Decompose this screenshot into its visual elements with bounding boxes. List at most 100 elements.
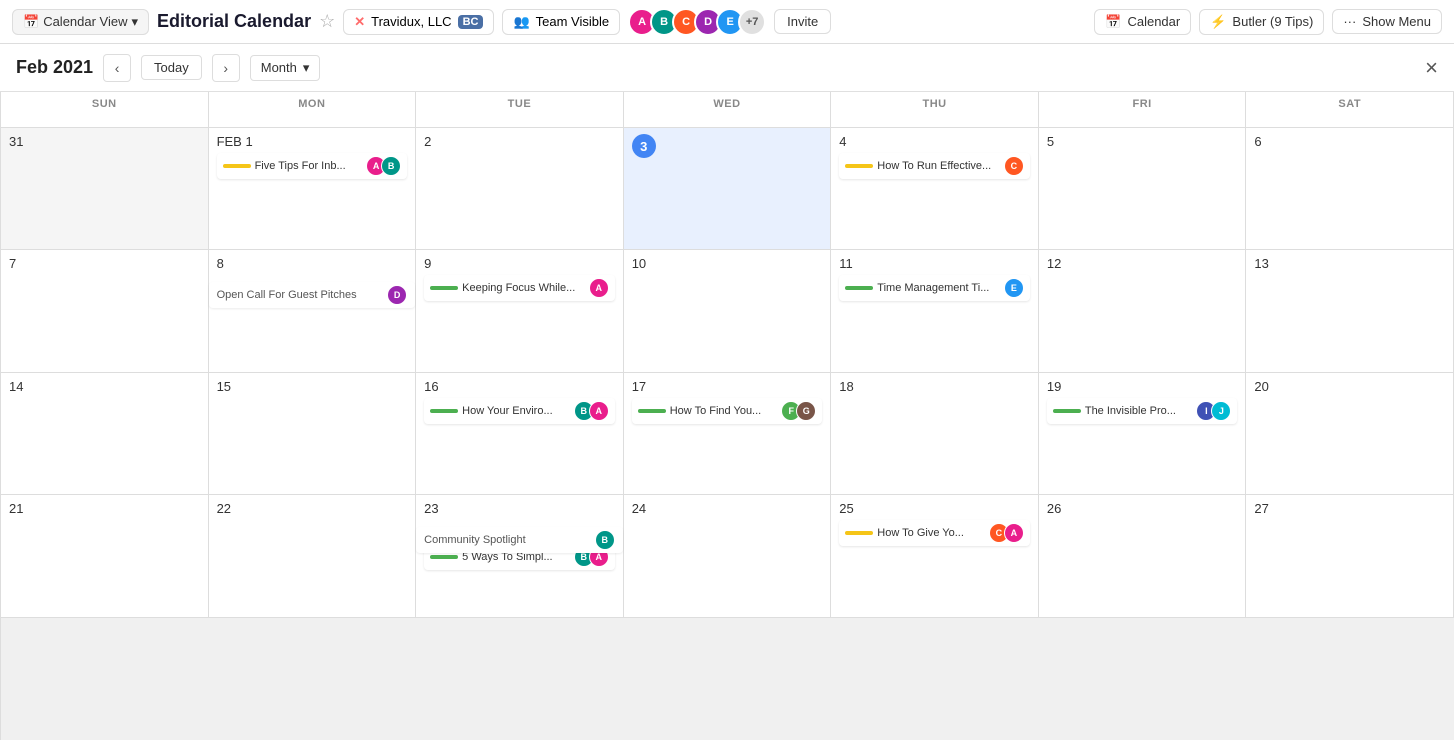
event-bar bbox=[430, 286, 458, 290]
day-number: 7 bbox=[9, 256, 200, 271]
day-number: 31 bbox=[9, 134, 200, 149]
day-cell-22[interactable]: 22 bbox=[209, 495, 417, 617]
topbar: 📅 Calendar View ▾ Editorial Calendar ☆ ✕… bbox=[0, 0, 1454, 44]
event-avatars: IJ bbox=[1196, 401, 1231, 421]
event-avatar: C bbox=[1004, 156, 1024, 176]
butler-button[interactable]: ⚡ Butler (9 Tips) bbox=[1199, 9, 1324, 35]
day-number: 20 bbox=[1254, 379, 1445, 394]
day-cell-14[interactable]: 14 bbox=[1, 373, 209, 495]
span-event-title: Open Call For Guest Pitches bbox=[217, 289, 357, 301]
day-cell-9[interactable]: 9 Keeping Focus While...A bbox=[416, 250, 624, 372]
event-title: Keeping Focus While... bbox=[462, 282, 585, 294]
chevron-down-icon: ▾ bbox=[303, 60, 310, 76]
day-cell-25[interactable]: 25 How To Give Yo... CA bbox=[831, 495, 1039, 617]
calendar-small-icon: 📅 bbox=[23, 14, 39, 30]
event-title: How Your Enviro... bbox=[462, 405, 570, 417]
day-cell-18[interactable]: 18 bbox=[831, 373, 1039, 495]
event-avatar: E bbox=[1004, 278, 1024, 298]
day-number: 13 bbox=[1254, 256, 1445, 271]
workspace-badge[interactable]: ✕ Travidux, LLC BC bbox=[343, 9, 494, 35]
calendar-button[interactable]: 📅 Calendar bbox=[1094, 9, 1191, 35]
day-header-mon: MON bbox=[209, 92, 417, 128]
day-cell-15[interactable]: 15 bbox=[209, 373, 417, 495]
event-title: Time Management Ti... bbox=[877, 282, 1000, 294]
lightning-icon: ⚡ bbox=[1210, 14, 1226, 30]
day-cell-27[interactable]: 27 bbox=[1246, 495, 1454, 617]
day-cell-5[interactable]: 5 bbox=[1039, 128, 1247, 250]
day-number: 17 bbox=[632, 379, 823, 394]
calendar-container: SUNMONTUEWEDTHUFRISAT31FEB 1Five Tips Fo… bbox=[0, 92, 1454, 740]
day-cell-31[interactable]: 31 bbox=[1, 128, 209, 250]
day-cell-2[interactable]: 2 bbox=[416, 128, 624, 250]
event-title: How To Run Effective... bbox=[877, 160, 1000, 172]
prev-month-button[interactable]: ‹ bbox=[103, 54, 131, 82]
close-button[interactable]: × bbox=[1425, 55, 1438, 81]
event-card[interactable]: How To Find You...FG bbox=[632, 398, 823, 424]
event-card[interactable]: Five Tips For Inb...AB bbox=[217, 153, 408, 179]
next-month-button[interactable]: › bbox=[212, 54, 240, 82]
day-cell-4[interactable]: 4How To Run Effective...C bbox=[831, 128, 1039, 250]
event-avatars: E bbox=[1004, 278, 1024, 298]
event-card[interactable]: Time Management Ti... E bbox=[839, 275, 1030, 301]
event-card[interactable]: The Invisible Pro...IJ bbox=[1047, 398, 1238, 424]
month-year-label: Feb 2021 bbox=[16, 57, 93, 78]
event-bar bbox=[1053, 409, 1081, 413]
day-number: 18 bbox=[839, 379, 1030, 394]
favorite-button[interactable]: ☆ bbox=[319, 11, 335, 32]
day-header-tue: TUE bbox=[416, 92, 624, 128]
span-event[interactable]: Open Call For Guest Pitches D bbox=[209, 282, 416, 308]
day-number: 19 bbox=[1047, 379, 1238, 394]
day-cell-6[interactable]: 6 bbox=[1246, 128, 1454, 250]
day-cell-19[interactable]: 19 The Invisible Pro...IJ bbox=[1039, 373, 1247, 495]
event-card[interactable]: Keeping Focus While...A bbox=[424, 275, 615, 301]
day-number: 26 bbox=[1047, 501, 1238, 516]
topbar-left: 📅 Calendar View ▾ Editorial Calendar ☆ ✕… bbox=[12, 8, 1086, 36]
day-cell-8[interactable]: 8Open Call For Guest PitchesD bbox=[209, 250, 417, 372]
today-button[interactable]: Today bbox=[141, 55, 202, 80]
span-event-title: Community Spotlight bbox=[424, 534, 526, 546]
event-card[interactable]: How To Give Yo... CA bbox=[839, 520, 1030, 546]
span-event-avatar: D bbox=[387, 285, 407, 305]
day-number: 15 bbox=[217, 379, 408, 394]
day-cell-feb1[interactable]: FEB 1Five Tips For Inb...AB bbox=[209, 128, 417, 250]
workspace-x-icon: ✕ bbox=[354, 14, 365, 30]
day-cell-12[interactable]: 12 bbox=[1039, 250, 1247, 372]
event-bar bbox=[845, 531, 873, 535]
show-menu-button[interactable]: ··· Show Menu bbox=[1332, 9, 1442, 34]
month-selector[interactable]: Month ▾ bbox=[250, 55, 321, 81]
event-avatars: CA bbox=[989, 523, 1024, 543]
day-cell-24[interactable]: 24 bbox=[624, 495, 832, 617]
calendar-label: Calendar bbox=[1127, 14, 1180, 29]
day-cell-20[interactable]: 20 bbox=[1246, 373, 1454, 495]
event-avatar: A bbox=[1004, 523, 1024, 543]
event-bar bbox=[845, 286, 873, 290]
cal-view-button[interactable]: 📅 Calendar View ▾ bbox=[12, 9, 149, 35]
day-cell-16[interactable]: 16How Your Enviro...BA bbox=[416, 373, 624, 495]
day-cell-26[interactable]: 26 bbox=[1039, 495, 1247, 617]
day-cell-11[interactable]: 11Time Management Ti...E bbox=[831, 250, 1039, 372]
day-cell-3[interactable]: 3 bbox=[624, 128, 832, 250]
event-bar bbox=[430, 409, 458, 413]
day-cell-10[interactable]: 10 bbox=[624, 250, 832, 372]
event-title: How To Give Yo... bbox=[877, 527, 985, 539]
day-cell-23[interactable]: 23Community SpotlightB5 Ways To Simpl...… bbox=[416, 495, 624, 617]
event-bar bbox=[638, 409, 666, 413]
event-card[interactable]: How Your Enviro...BA bbox=[424, 398, 615, 424]
event-avatar: A bbox=[589, 401, 609, 421]
day-cell-7[interactable]: 7 bbox=[1, 250, 209, 372]
day-number: 25 bbox=[839, 501, 1030, 516]
day-cell-13[interactable]: 13 bbox=[1246, 250, 1454, 372]
workspace-bc-badge: BC bbox=[458, 15, 484, 29]
day-header-sat: SAT bbox=[1246, 92, 1454, 128]
day-number: 9 bbox=[424, 256, 615, 271]
event-card[interactable]: How To Run Effective... C bbox=[839, 153, 1030, 179]
avatars-row: A B C D E +7 bbox=[628, 8, 766, 36]
team-visible-button[interactable]: 👥 Team Visible bbox=[502, 9, 620, 35]
day-number: 27 bbox=[1254, 501, 1445, 516]
day-cell-17[interactable]: 17 How To Find You...FG bbox=[624, 373, 832, 495]
day-cell-21[interactable]: 21 bbox=[1, 495, 209, 617]
span-event[interactable]: Community SpotlightB bbox=[416, 527, 623, 553]
day-number: 10 bbox=[632, 256, 823, 271]
invite-button[interactable]: Invite bbox=[774, 9, 831, 34]
avatar-count[interactable]: +7 bbox=[738, 8, 766, 36]
